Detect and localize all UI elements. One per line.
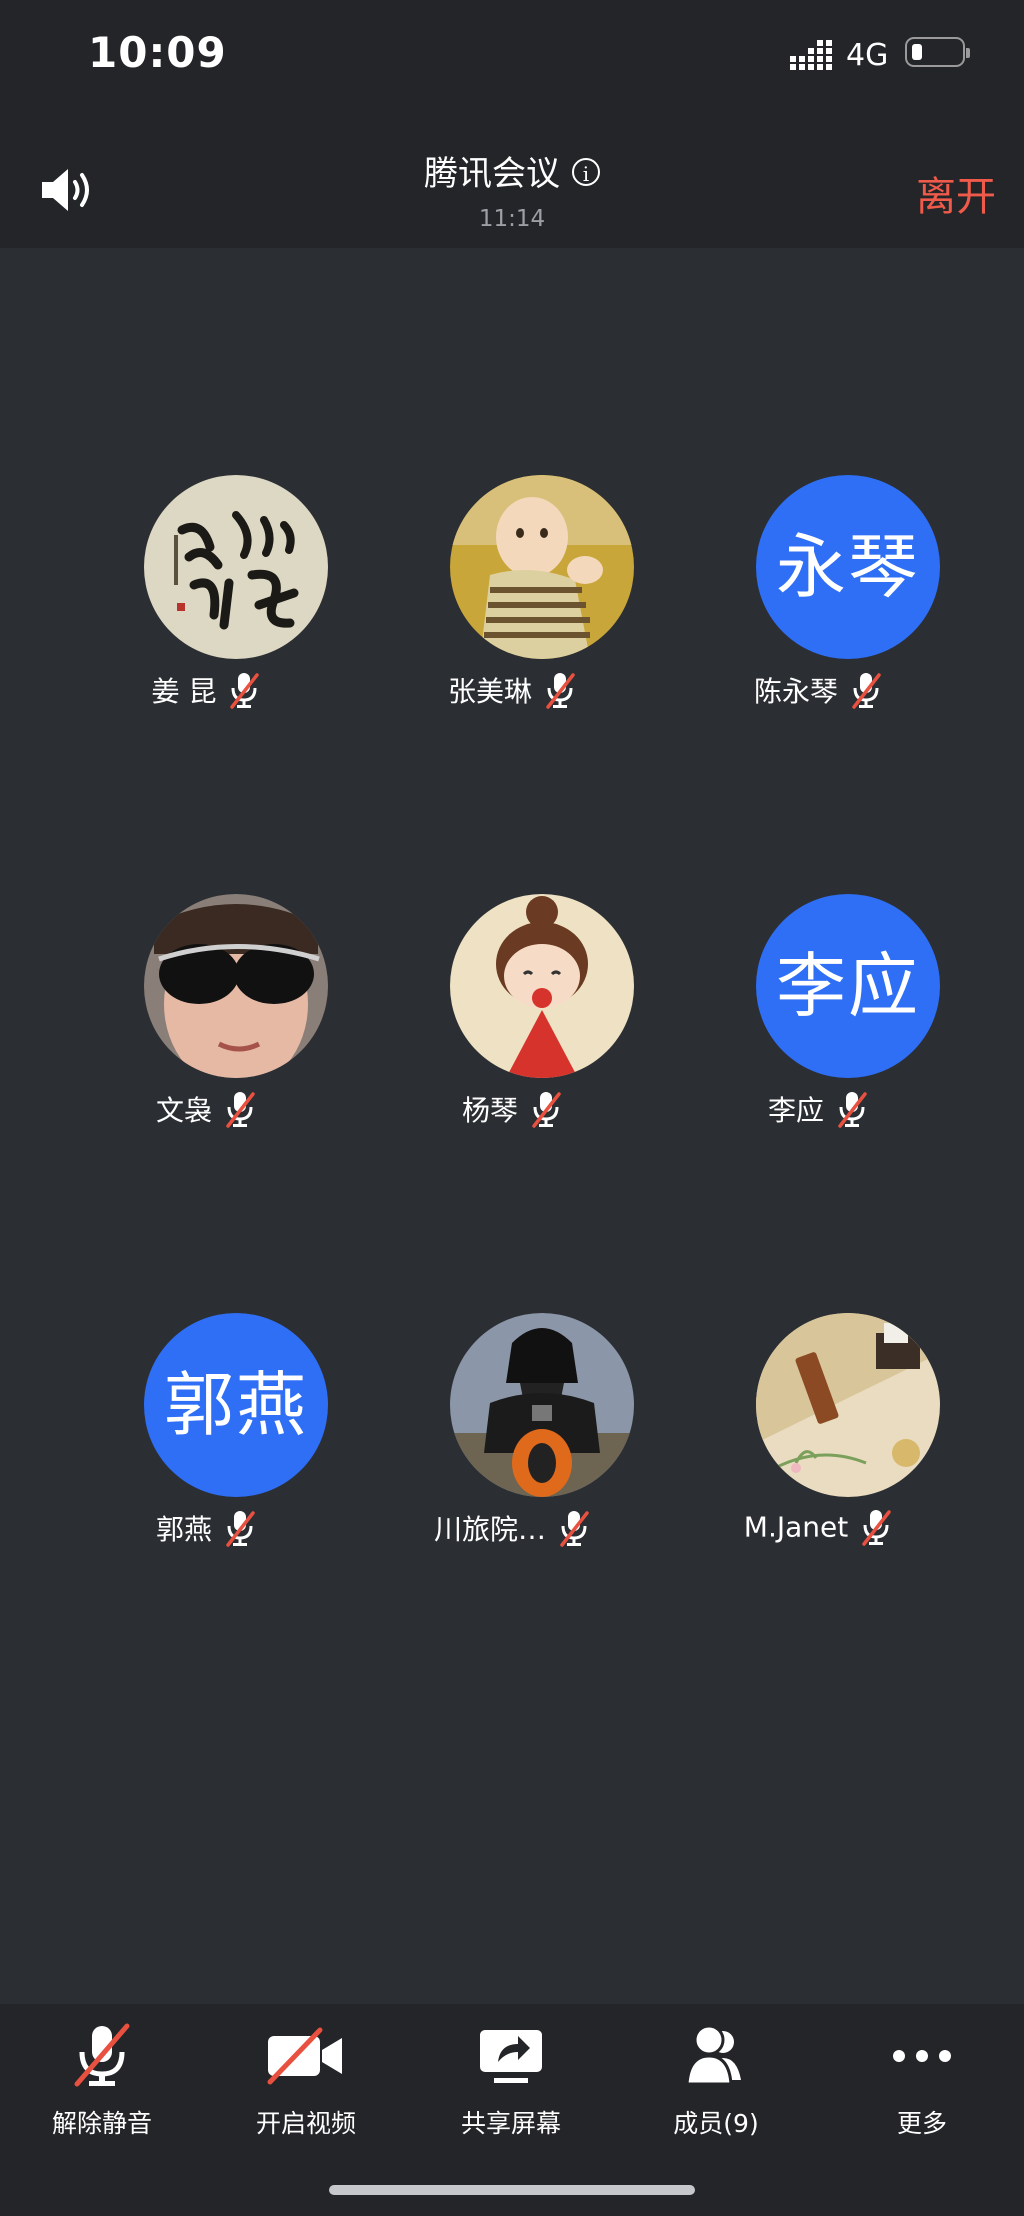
members-icon — [685, 2024, 741, 2086]
share-screen-label: 共享屏幕 — [460, 2109, 561, 2138]
avatar — [450, 475, 634, 659]
unmute-label: 解除静音 — [51, 2109, 152, 2138]
participant-name: 陈永琴 — [753, 675, 838, 708]
mic-muted-icon — [862, 1510, 891, 1546]
avatar — [144, 894, 328, 1078]
participant-name: 张美琳 — [447, 675, 532, 708]
avatar-initials: 李应 — [756, 894, 940, 1078]
more-label: 更多 — [896, 2109, 947, 2138]
participant-name: 川旅院… — [433, 1513, 546, 1546]
members-label: 成员(9) — [673, 2109, 759, 2138]
home-indicator[interactable] — [329, 2185, 695, 2195]
share-screen-icon — [480, 2030, 542, 2083]
mic-muted-icon — [226, 1092, 255, 1128]
avatar — [144, 475, 328, 659]
mic-muted-icon — [546, 673, 575, 709]
meeting-title[interactable]: 腾讯会议 — [424, 154, 560, 194]
info-icon[interactable]: i — [572, 158, 600, 186]
participant-name: 郭燕 — [155, 1513, 212, 1546]
start-video-button[interactable]: 开启视频 — [204, 2020, 408, 2140]
more-dots-icon — [893, 2050, 951, 2062]
participant-name: 李应 — [767, 1094, 824, 1127]
unmute-button[interactable]: 解除静音 — [0, 2020, 204, 2140]
participant-name: 文袅 — [155, 1094, 212, 1127]
members-button[interactable]: 成员(9) — [614, 2020, 818, 2140]
network-type: 4G — [846, 38, 889, 73]
battery-icon — [905, 37, 970, 67]
participant-name: 杨琴 — [461, 1094, 518, 1127]
avatar — [756, 1313, 940, 1497]
status-bar: 10:09 4G — [0, 0, 1024, 120]
avatar — [450, 894, 634, 1078]
meeting-header: 腾讯会议 i 11:14 离开 — [0, 120, 1024, 248]
leave-button[interactable]: 离开 — [916, 164, 996, 222]
participant-name: M.Janet — [743, 1510, 849, 1544]
mic-muted-icon — [226, 1511, 255, 1547]
participant-name: 姜 昆 — [151, 675, 217, 708]
mic-muted-icon — [852, 673, 881, 709]
more-button[interactable]: 更多 — [820, 2020, 1024, 2140]
avatar-initials: 郭燕 — [144, 1313, 328, 1497]
mic-muted-icon — [560, 1511, 589, 1547]
video-off-icon — [267, 2027, 342, 2085]
share-screen-button[interactable]: 共享屏幕 — [409, 2020, 613, 2140]
meeting-timer: 11:14 — [478, 206, 546, 232]
start-video-label: 开启视频 — [255, 2109, 356, 2138]
cellular-signal-icon — [790, 40, 832, 70]
status-time: 10:09 — [88, 28, 227, 77]
mic-muted-icon — [532, 1092, 561, 1128]
avatar — [450, 1313, 634, 1497]
avatar-initials: 永琴 — [756, 475, 940, 659]
mic-muted-icon — [230, 673, 260, 709]
mic-muted-icon — [74, 2023, 130, 2087]
mic-muted-icon — [838, 1092, 867, 1128]
